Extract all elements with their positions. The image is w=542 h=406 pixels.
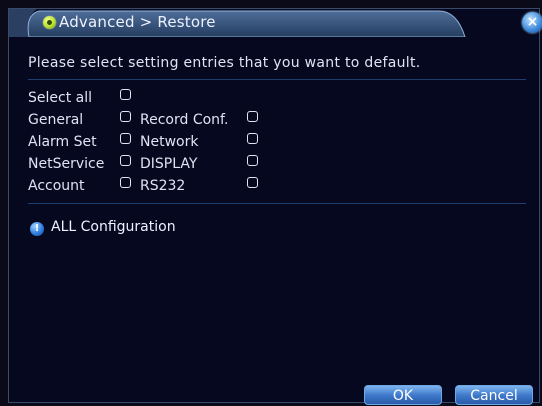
option-label-account: Account (28, 178, 85, 194)
option-label-network: Network (140, 134, 199, 150)
select-all-label: Select all (28, 90, 92, 106)
ok-button[interactable]: OK (364, 385, 442, 405)
window-title: Advanced > Restore (59, 13, 216, 31)
option-label-display: DISPLAY (140, 156, 198, 172)
checkbox-record-conf[interactable] (247, 111, 258, 122)
app-logo-icon (43, 16, 56, 29)
option-label-rs232: RS232 (140, 178, 186, 194)
close-button[interactable]: × (522, 12, 542, 33)
restore-dialog: Advanced > Restore × Please select setti… (8, 8, 542, 405)
option-label-record-conf: Record Conf. (140, 112, 229, 128)
divider-top (28, 79, 526, 80)
checkbox-display[interactable] (247, 155, 258, 166)
checkbox-rs232[interactable] (247, 177, 258, 188)
cancel-button[interactable]: Cancel (455, 385, 533, 405)
checkbox-general[interactable] (120, 111, 131, 122)
title-bar: Advanced > Restore × (9, 9, 542, 37)
option-label-general: General (28, 112, 84, 128)
checkbox-alarm-set[interactable] (120, 133, 131, 144)
instruction-text: Please select setting entries that you w… (28, 55, 421, 71)
checkbox-account[interactable] (120, 177, 131, 188)
checkbox-netservice[interactable] (120, 155, 131, 166)
divider-middle (28, 203, 526, 204)
info-icon: ! (30, 222, 44, 236)
info-message: ALL Configuration (51, 219, 176, 235)
option-label-netservice: NetService (28, 156, 105, 172)
select-all-checkbox[interactable] (120, 89, 131, 100)
option-label-alarm-set: Alarm Set (28, 134, 97, 150)
checkbox-network[interactable] (247, 133, 258, 144)
